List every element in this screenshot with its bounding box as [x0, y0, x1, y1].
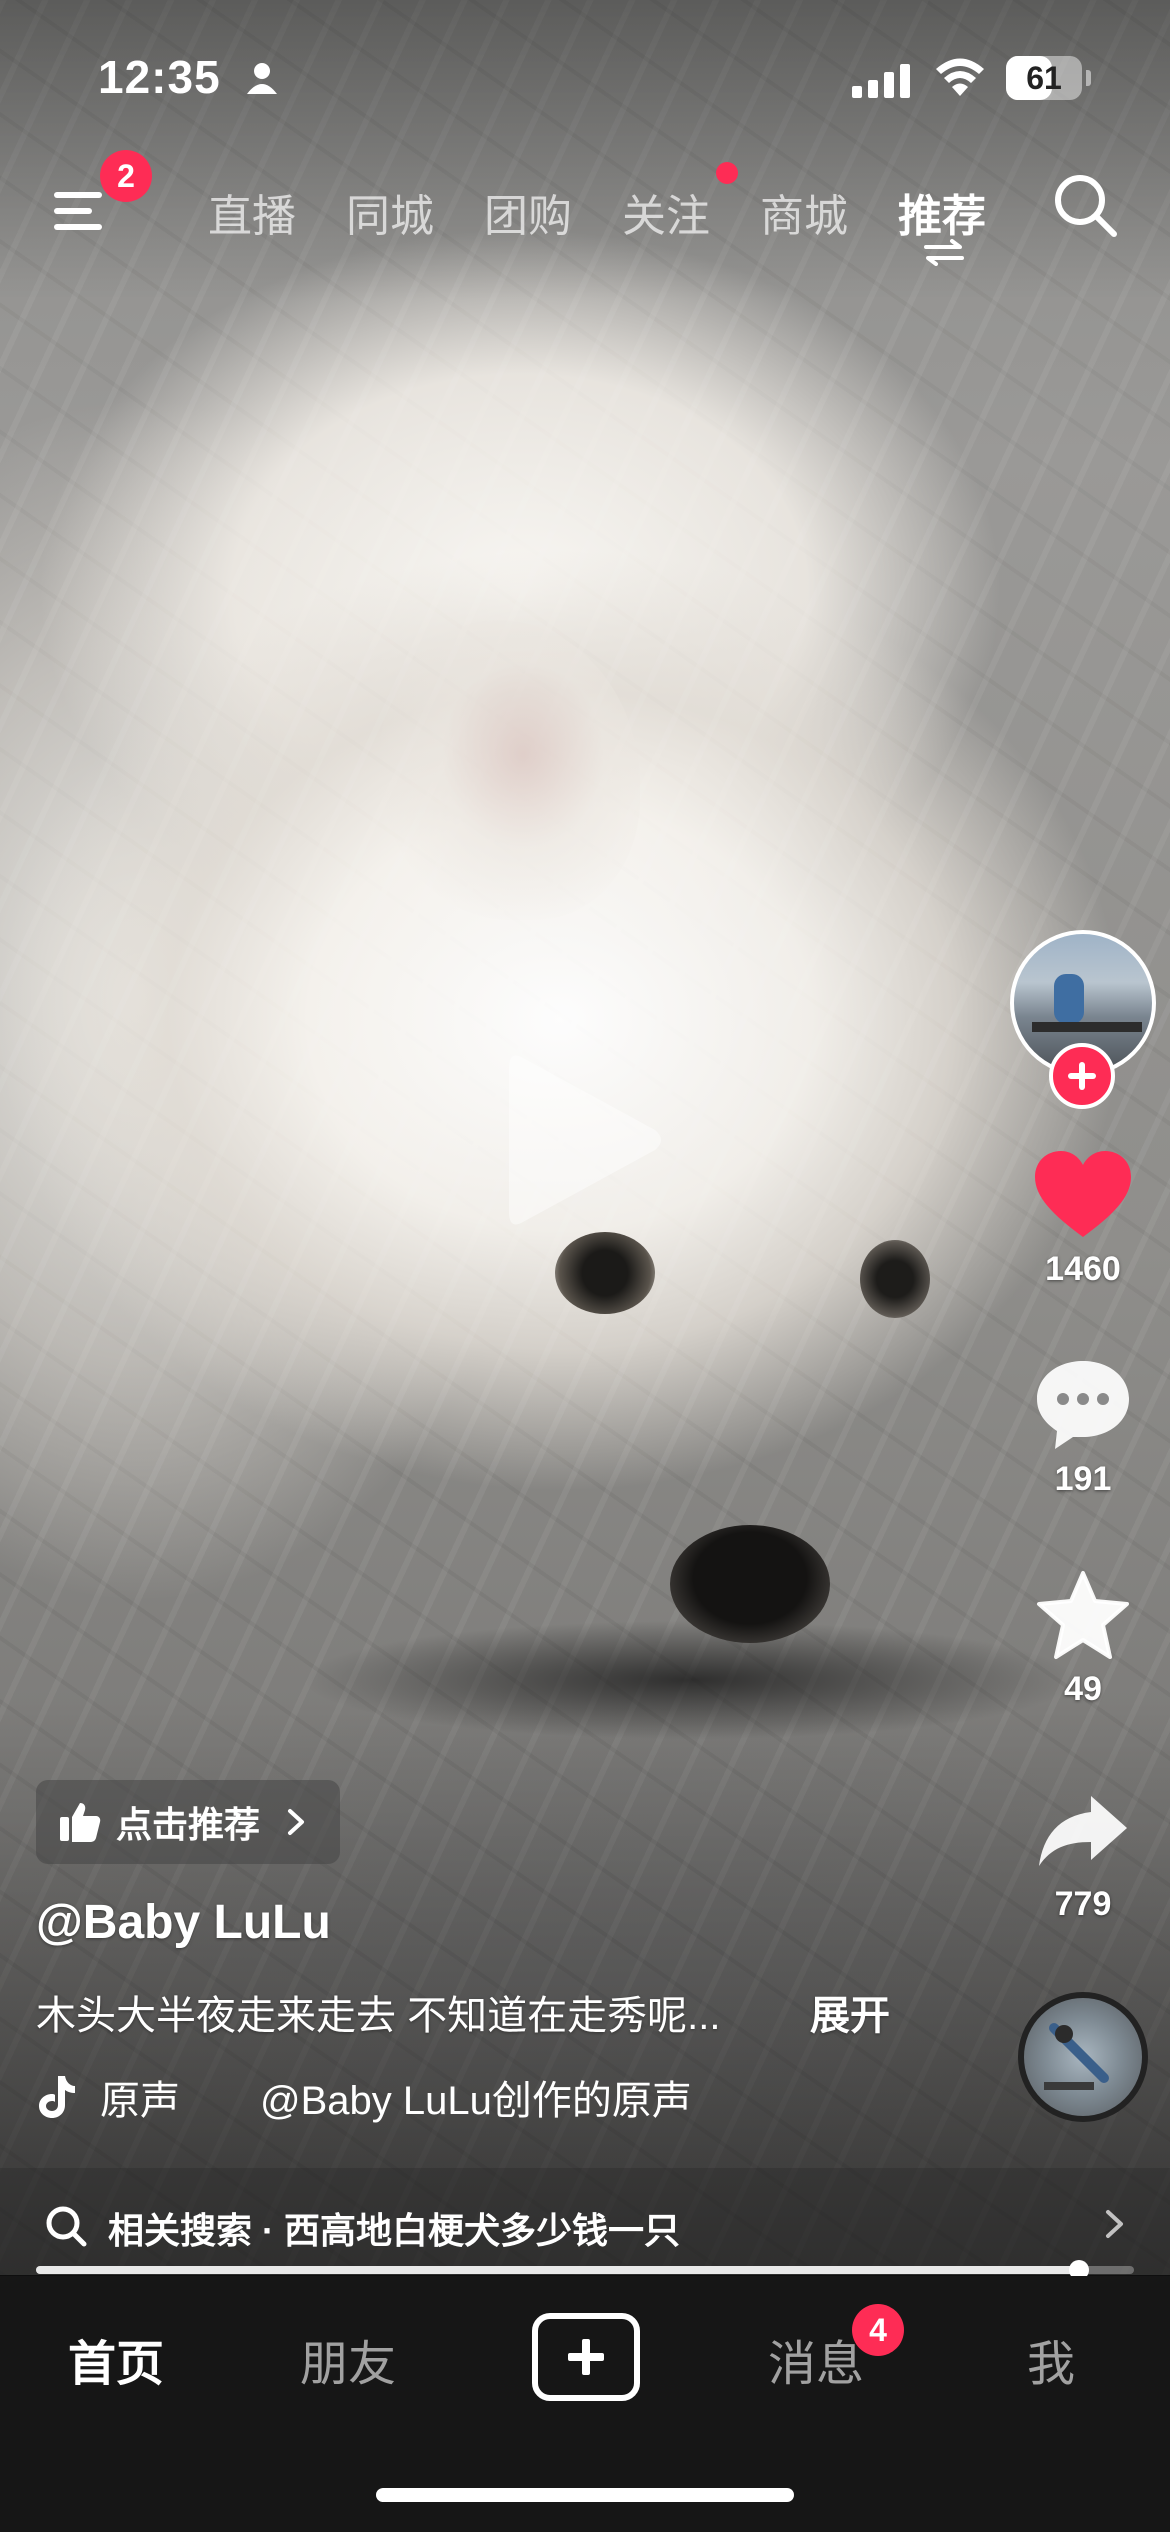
battery-indicator: 61 — [1006, 56, 1082, 100]
cellular-signal-icon — [852, 64, 910, 98]
tab-messages[interactable]: 消息 — [768, 2324, 864, 2394]
home-indicator — [376, 2488, 794, 2502]
video-progress-bar[interactable] — [36, 2260, 1134, 2280]
menu-icon[interactable] — [50, 182, 110, 242]
tab-friends[interactable]: 朋友 — [300, 2324, 396, 2394]
heart-icon[interactable] — [1033, 1149, 1133, 1241]
dog-eye-left — [555, 1232, 655, 1314]
battery-tip — [1086, 70, 1091, 86]
expand-button[interactable]: 展开 — [810, 1983, 890, 2041]
status-time: 12:35 — [98, 51, 221, 103]
search-icon — [46, 2206, 87, 2247]
music-disc[interactable] — [1018, 1992, 1148, 2122]
recommend-label: 点击推荐 — [116, 1804, 261, 1845]
like-count: 1460 — [1045, 1250, 1121, 1288]
share-count: 779 — [1054, 1885, 1112, 1923]
share-action[interactable]: 779 — [1020, 1775, 1146, 1924]
comment-count: 191 — [1054, 1460, 1112, 1498]
battery-level: 61 — [1026, 60, 1062, 96]
tab-live[interactable]: 直播 — [208, 180, 296, 244]
person-icon — [247, 63, 277, 94]
music-title: 原声 @Baby LuLu创作的原声 — [100, 2079, 692, 2123]
menu-badge: 2 — [100, 150, 152, 202]
favorite-count: 49 — [1064, 1670, 1102, 1708]
tab-recommend[interactable]: 推荐 — [898, 180, 986, 244]
related-search-bar[interactable]: 相关搜索 · 西高地白梗犬多少钱一只 — [0, 2168, 1170, 2278]
comment-action[interactable]: 191 — [1020, 1350, 1146, 1499]
play-icon[interactable] — [505, 1048, 665, 1232]
share-icon[interactable] — [1035, 1790, 1131, 1870]
video-description: 木头大半夜走来走去 不知道在走秀呢... — [36, 1994, 721, 2038]
tab-nearby[interactable]: 同城 — [346, 180, 434, 244]
star-icon[interactable] — [1035, 1569, 1131, 1661]
music-disc-art — [1044, 2023, 1109, 2090]
tab-me[interactable]: 我 — [1027, 2324, 1075, 2394]
messages-badge: 4 — [852, 2304, 904, 2356]
video-progress-fill — [36, 2266, 1080, 2274]
comment-icon[interactable] — [1033, 1357, 1133, 1453]
tab-home[interactable]: 首页 — [68, 2324, 164, 2394]
dog-eye-right — [860, 1240, 930, 1318]
chevron-right-icon — [288, 1809, 305, 1835]
follow-button[interactable] — [1049, 1043, 1115, 1109]
create-button[interactable] — [532, 2313, 640, 2401]
following-dot — [716, 162, 738, 184]
avatar-figure — [1054, 974, 1084, 1024]
status-bar: 12:35 61 — [0, 40, 1170, 120]
plus-icon — [1068, 1062, 1096, 1090]
favorite-action[interactable]: 49 — [1020, 1560, 1146, 1709]
chevron-right-icon — [1106, 2210, 1123, 2238]
tiktok-note-icon — [39, 2076, 75, 2118]
wifi-icon — [936, 58, 984, 96]
thumbs-up-icon — [60, 1803, 101, 1842]
switch-icon[interactable] — [922, 238, 966, 266]
avatar-bench — [1032, 1022, 1142, 1032]
tab-mall[interactable]: 商城 — [760, 180, 848, 244]
related-search-text: 相关搜索 · 西高地白梗犬多少钱一只 — [108, 2210, 680, 2251]
tab-following[interactable]: 关注 — [622, 180, 710, 244]
music-info[interactable]: 原声 @Baby LuLu创作的原声 — [36, 2068, 692, 2126]
like-action[interactable]: 1460 — [1020, 1140, 1146, 1289]
recommend-button[interactable]: 点击推荐 — [36, 1780, 340, 1864]
tab-group-buy[interactable]: 团购 — [484, 180, 572, 244]
dog-nose — [670, 1525, 830, 1643]
search-icon[interactable] — [1052, 172, 1120, 240]
author-name[interactable]: @Baby LuLu — [36, 1895, 331, 1950]
